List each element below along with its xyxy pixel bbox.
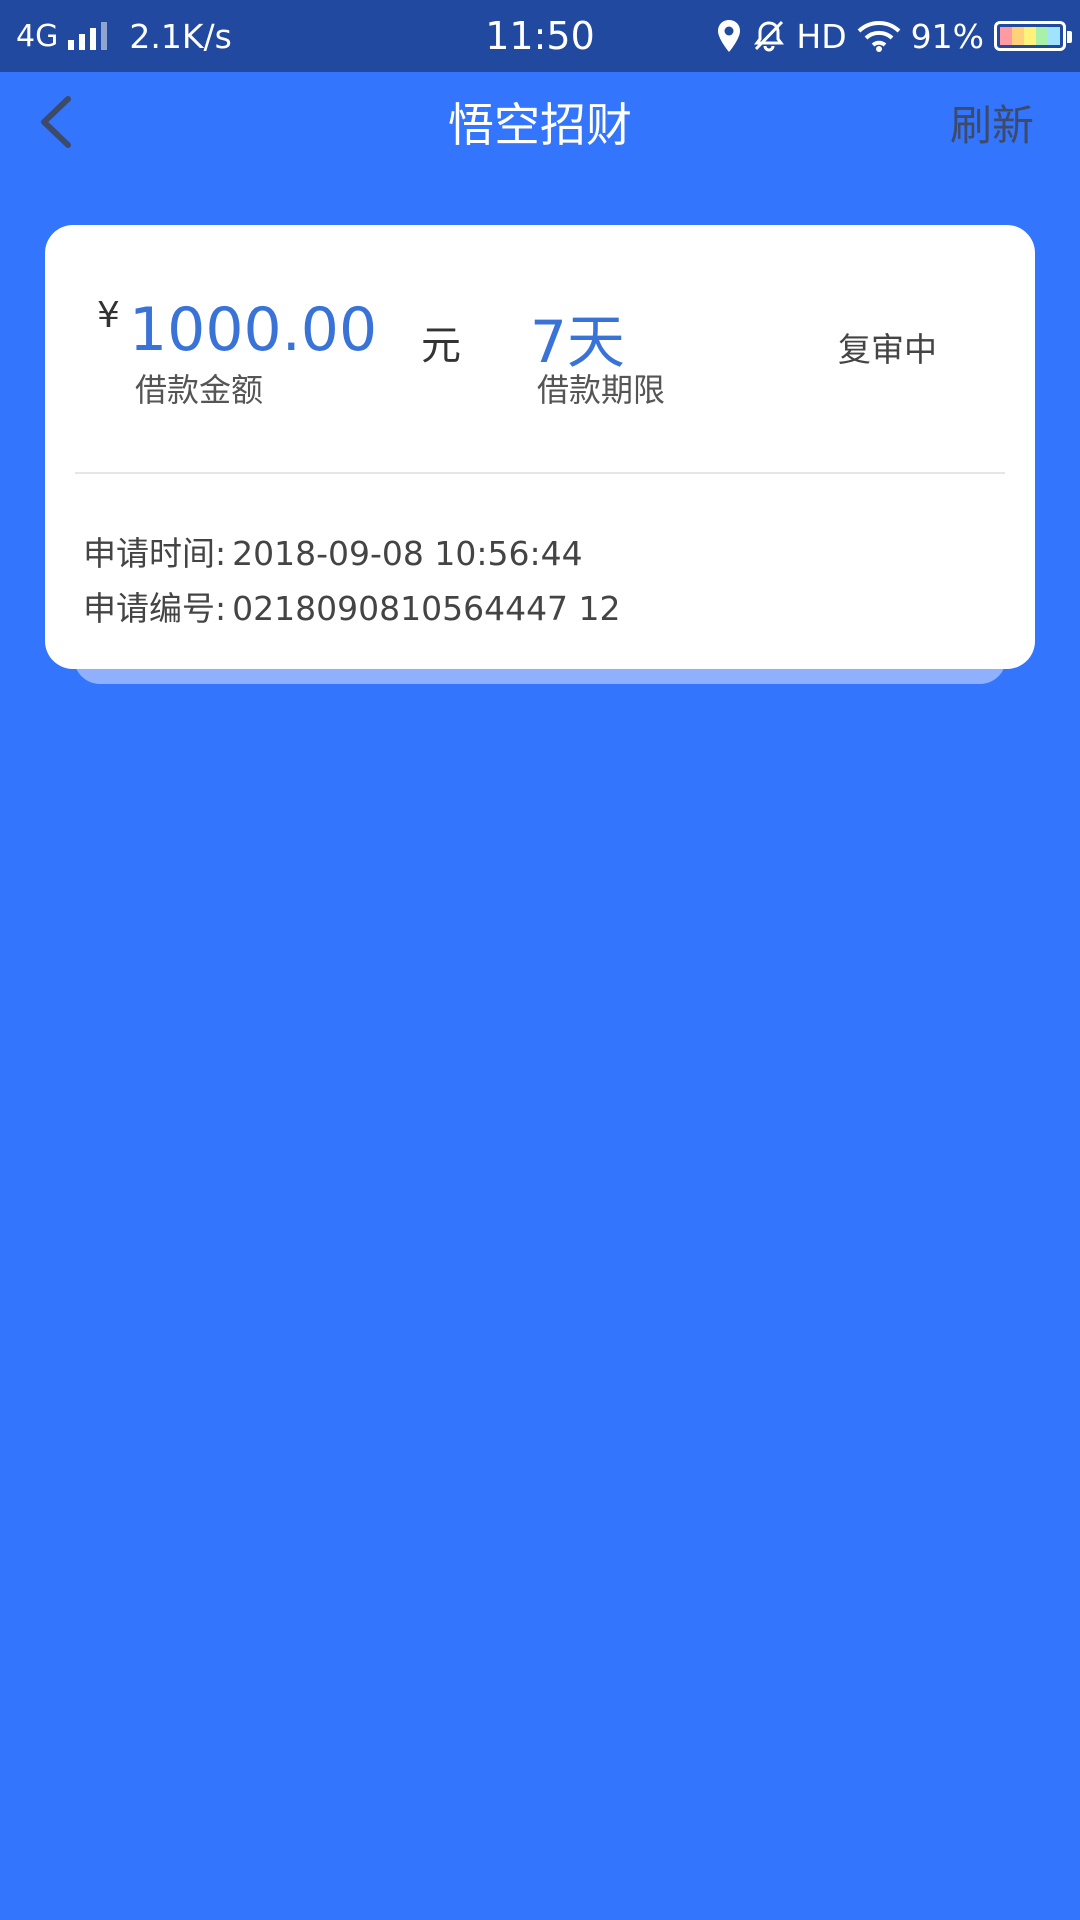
location-icon [718, 20, 741, 52]
chevron-left-icon [41, 96, 71, 148]
nav-bar: 悟空招财 刷新 [0, 72, 1080, 172]
back-button[interactable] [26, 92, 86, 152]
wifi-icon [857, 21, 901, 52]
hd-indicator: HD [796, 16, 847, 56]
status-badge: 复审中 [838, 330, 937, 369]
currency-symbol: ¥ [97, 295, 120, 336]
apply-no-label: 申请编号: [83, 589, 227, 628]
battery-icon [994, 21, 1072, 51]
status-bar: 4G 2.1K/s 11:50 HD 91% [0, 0, 1080, 72]
battery-percent: 91% [910, 16, 984, 56]
amount-unit: 元 [421, 323, 461, 369]
apply-time-value: 2018-09-08 10:56:44 [232, 534, 583, 573]
divider [75, 472, 1005, 474]
page-title: 悟空招财 [448, 98, 632, 152]
status-right: HD 91% [716, 0, 1072, 72]
term-label: 借款期限 [537, 371, 666, 409]
apply-no-value: 0218090810564447 12 [232, 589, 621, 628]
refresh-button[interactable]: 刷新 [950, 72, 1034, 172]
amount-label: 借款金额 [135, 371, 264, 409]
bell-off-icon [754, 20, 785, 52]
loan-amount: 1000.00 [129, 295, 378, 365]
apply-no-row: 申请编号: 0218090810564447 12 [83, 582, 621, 630]
apply-time-label: 申请时间: [83, 534, 227, 573]
apply-time-row: 申请时间: 2018-09-08 10:56:44 [83, 527, 583, 575]
loan-card[interactable]: ¥ 1000.00 元 借款金额 7天 借款期限 复审中 申请时间: 2018-0… [45, 225, 1035, 669]
